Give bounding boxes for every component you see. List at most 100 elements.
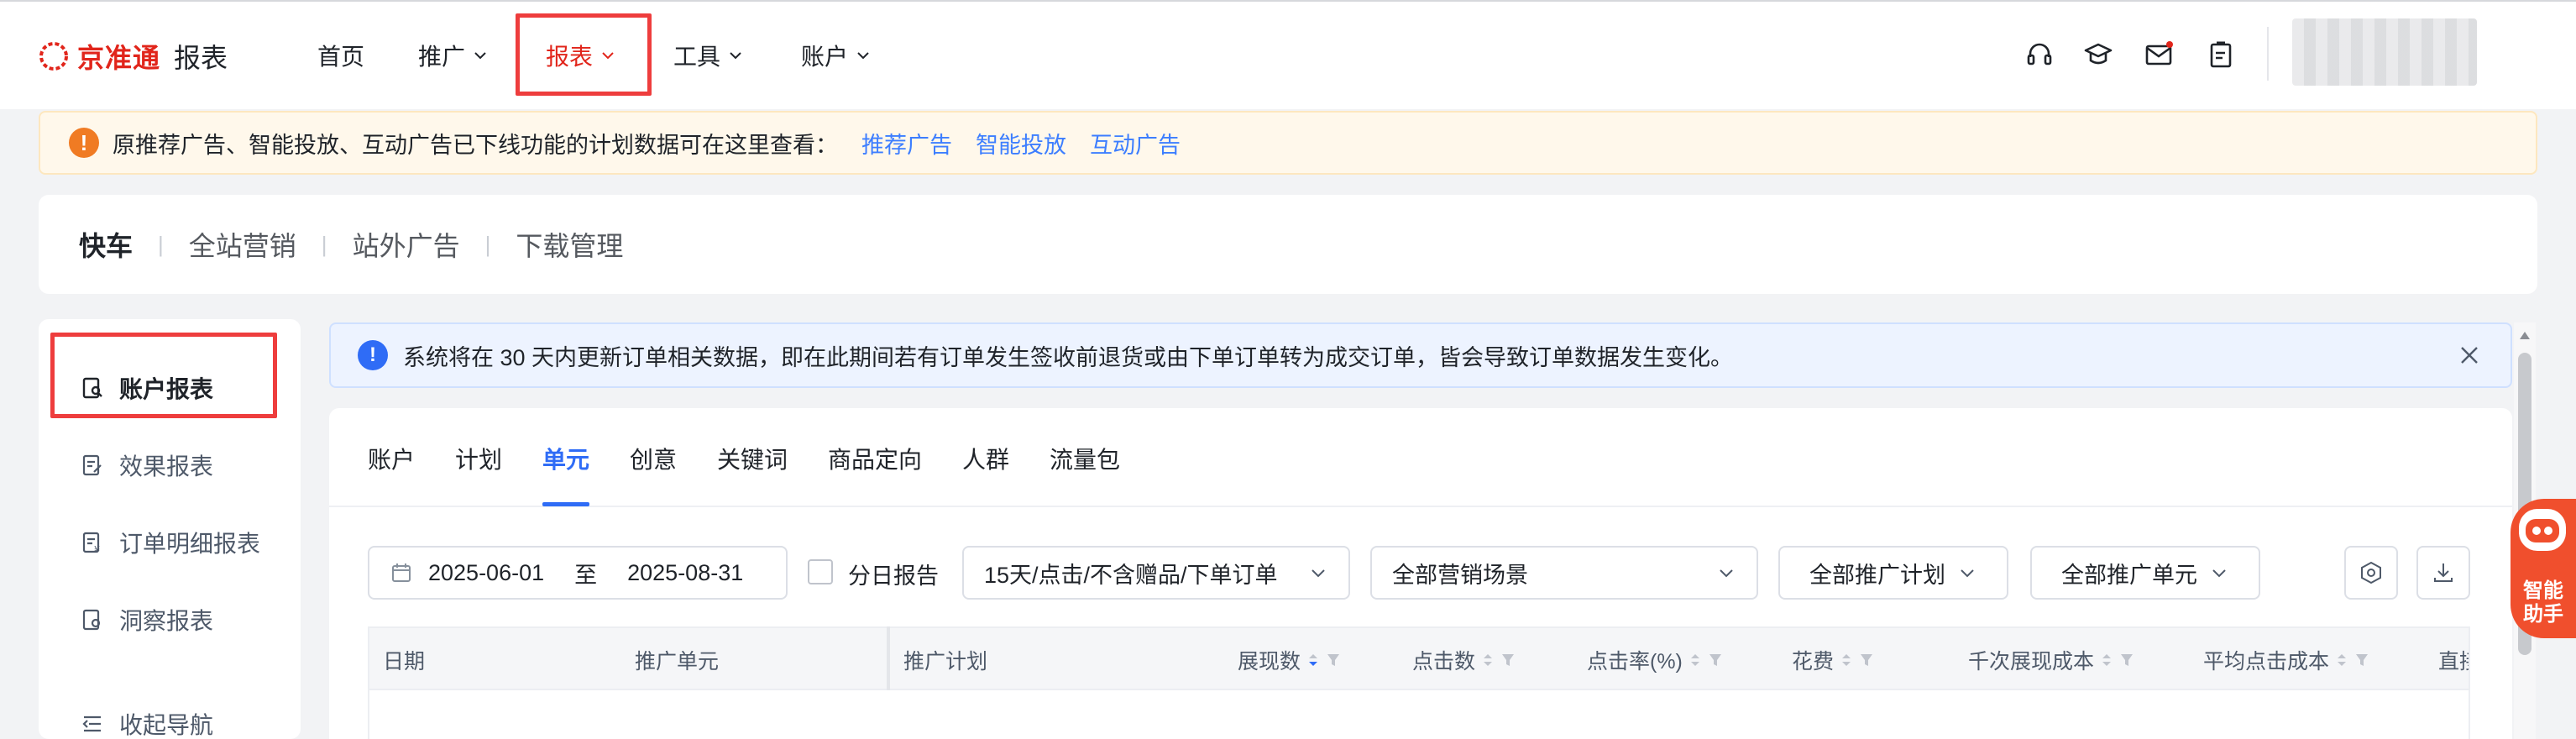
download-button[interactable] xyxy=(2416,546,2470,600)
col-impressions[interactable]: 展现数 xyxy=(1238,645,1341,675)
nav-home-label: 首页 xyxy=(317,44,365,70)
date-end: 2025-08-31 xyxy=(627,559,744,585)
sort-icon[interactable] xyxy=(2099,651,2114,669)
col-cpm[interactable]: 千次展现成本 xyxy=(1968,645,2134,675)
headset-icon[interactable] xyxy=(2024,39,2055,71)
col-ctr[interactable]: 点击率(%) xyxy=(1587,645,1723,675)
daily-report-checkbox[interactable] xyxy=(808,559,833,584)
sidebar-item-label: 账户报表 xyxy=(119,376,214,402)
document-icon xyxy=(82,454,102,476)
active-tab-indicator xyxy=(542,502,589,506)
user-divider xyxy=(2267,27,2269,81)
chevron-down-icon xyxy=(474,52,486,60)
sidebar-item-insight-report[interactable]: 洞察报表 xyxy=(81,603,213,637)
clipboard-icon[interactable] xyxy=(2205,39,2237,71)
logo-text: 京准通 xyxy=(77,43,161,73)
sidebar-item-label: 订单明细报表 xyxy=(119,531,261,557)
sort-icon[interactable] xyxy=(1306,651,1321,669)
notice-link-recommend-ads[interactable]: 推荐广告 xyxy=(861,127,952,160)
scroll-up-icon[interactable] xyxy=(2518,329,2531,341)
assistant-label-line1: 智能 xyxy=(2523,579,2563,602)
date-range-picker[interactable]: 2025-06-01 至 2025-08-31 xyxy=(368,546,788,600)
smart-assistant-button[interactable]: 智能 助手 xyxy=(2511,499,2576,638)
tab-keyword[interactable]: 关键词 xyxy=(717,442,788,475)
tab-creative[interactable]: 创意 xyxy=(630,442,677,475)
chevron-down-icon xyxy=(730,52,741,60)
daily-report-label: 分日报告 xyxy=(848,563,939,589)
filter-icon[interactable] xyxy=(1859,651,1874,669)
sidebar-item-account-report[interactable]: 账户报表 xyxy=(81,371,213,405)
filter-icon[interactable] xyxy=(1500,651,1516,669)
chevron-down-icon xyxy=(2212,569,2226,578)
sort-icon[interactable] xyxy=(1688,651,1703,669)
fixed-column-separator xyxy=(887,626,890,690)
filter-icon[interactable] xyxy=(1708,651,1723,669)
scene-select[interactable]: 全部营销场景 xyxy=(1370,546,1758,600)
notice-link-smart-delivery[interactable]: 智能投放 xyxy=(976,127,1066,160)
insight-icon xyxy=(82,609,101,631)
top-navbar xyxy=(0,0,2576,109)
logo-icon xyxy=(39,42,68,71)
attribution-select[interactable]: 15天/点击/不含赠品/下单订单 xyxy=(962,546,1350,600)
sidebar-collapse-nav[interactable]: 收起导航 xyxy=(81,707,213,739)
logo[interactable]: 京准通 报表 xyxy=(37,37,228,76)
nav-account[interactable]: 账户 xyxy=(801,39,872,72)
channel-tab-offsite-ads[interactable]: 站外广告 xyxy=(353,225,460,264)
notice-text: 原推荐广告、智能投放、互动广告已下线功能的计划数据可在这里查看： xyxy=(113,132,838,158)
tab-plan[interactable]: 计划 xyxy=(455,442,502,475)
date-start: 2025-06-01 xyxy=(428,559,545,585)
sidebar-item-order-detail[interactable]: ¥ 订单明细报表 xyxy=(81,526,260,559)
sidebar-item-label: 洞察报表 xyxy=(119,608,214,634)
plan-select[interactable]: 全部推广计划 xyxy=(1778,546,2008,600)
channel-tab-site-marketing[interactable]: 全站营销 xyxy=(189,225,296,264)
sort-icon[interactable] xyxy=(1480,651,1495,669)
tab-traffic-pack[interactable]: 流量包 xyxy=(1050,442,1120,475)
nav-report[interactable]: 报表 xyxy=(546,39,616,72)
collapse-icon xyxy=(82,715,101,732)
col-cpc[interactable]: 平均点击成本 xyxy=(2203,645,2369,675)
calendar-icon xyxy=(392,563,411,582)
download-icon xyxy=(2434,563,2453,582)
settings-button[interactable] xyxy=(2344,546,2398,600)
sort-icon[interactable] xyxy=(2334,651,2349,669)
nav-promotion[interactable]: 推广 xyxy=(418,39,489,72)
nav-home[interactable]: 首页 xyxy=(317,39,364,72)
unread-dot xyxy=(2166,41,2173,48)
graduation-cap-icon[interactable] xyxy=(2082,39,2114,71)
filter-icon[interactable] xyxy=(2354,651,2369,669)
nav-tools[interactable]: 工具 xyxy=(673,39,744,72)
unit-select[interactable]: 全部推广单元 xyxy=(2030,546,2260,600)
tab-account[interactable]: 账户 xyxy=(368,442,415,475)
table-body xyxy=(368,690,2470,739)
close-icon[interactable] xyxy=(2457,343,2482,368)
sort-icon[interactable] xyxy=(1839,651,1854,669)
separator: | xyxy=(321,231,327,257)
col-direct[interactable]: 直接 xyxy=(2438,645,2469,675)
tab-product-targeting[interactable]: 商品定向 xyxy=(828,442,922,475)
user-info-blurred[interactable] xyxy=(2292,18,2477,86)
chevron-down-icon xyxy=(1312,569,1325,578)
chevron-down-icon xyxy=(1720,569,1733,578)
col-clicks[interactable]: 点击数 xyxy=(1412,645,1516,675)
filter-icon[interactable] xyxy=(1326,651,1341,669)
report-icon xyxy=(82,377,102,399)
info-icon: ! xyxy=(358,340,388,370)
info-banner: ! 系统将在 30 天内更新订单相关数据，即在此期间若有订单发生签收前退货或由下… xyxy=(329,322,2512,388)
tab-audience[interactable]: 人群 xyxy=(962,442,1009,475)
nav-tools-label: 工具 xyxy=(673,44,721,70)
channel-tab-download[interactable]: 下载管理 xyxy=(516,225,623,264)
col-cost[interactable]: 花费 xyxy=(1792,645,1874,675)
date-separator: 至 xyxy=(574,562,598,588)
info-banner-text: 系统将在 30 天内更新订单相关数据，即在此期间若有订单发生签收前退货或由下单订… xyxy=(403,344,1734,370)
attribution-value: 15天/点击/不含赠品/下单订单 xyxy=(984,562,1278,588)
channel-tab-kuaiche[interactable]: 快车 xyxy=(79,225,133,264)
nav-report-label: 报表 xyxy=(546,44,594,70)
plan-value: 全部推广计划 xyxy=(1809,562,1945,588)
mail-icon[interactable] xyxy=(2143,39,2175,71)
notice-link-interactive-ads[interactable]: 互动广告 xyxy=(1090,127,1181,160)
filter-icon[interactable] xyxy=(2119,651,2134,669)
sidebar-item-effect-report[interactable]: 效果报表 xyxy=(81,448,213,482)
tab-unit[interactable]: 单元 xyxy=(542,442,589,475)
order-icon: ¥ xyxy=(82,532,100,554)
assistant-label-line2: 助手 xyxy=(2523,603,2563,626)
